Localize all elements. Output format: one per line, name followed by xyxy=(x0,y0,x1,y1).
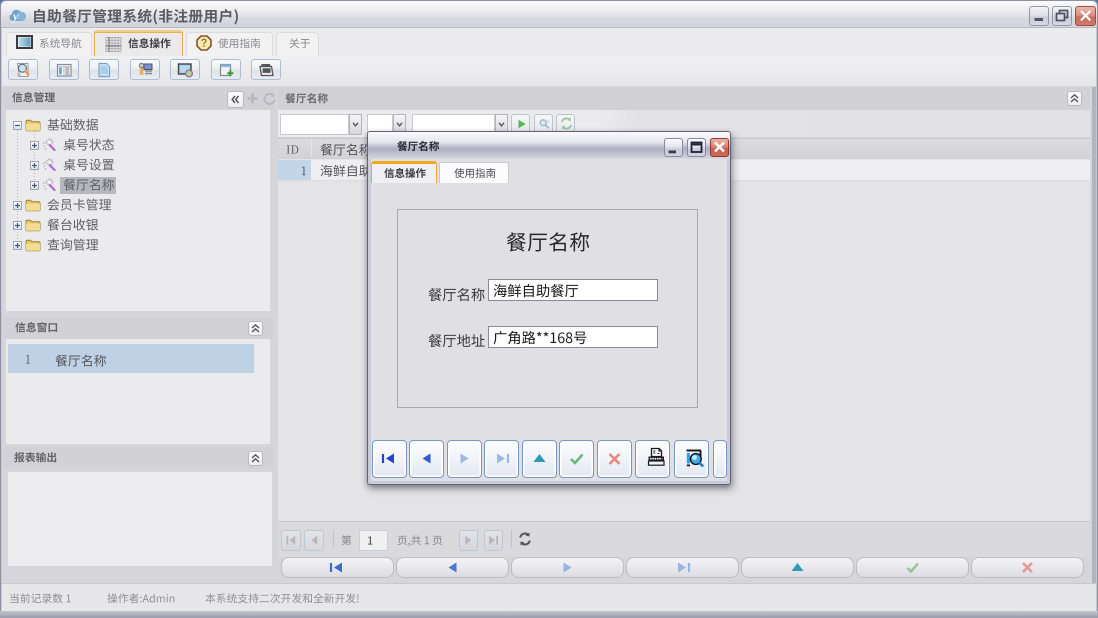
svg-text:y: y xyxy=(11,9,19,23)
